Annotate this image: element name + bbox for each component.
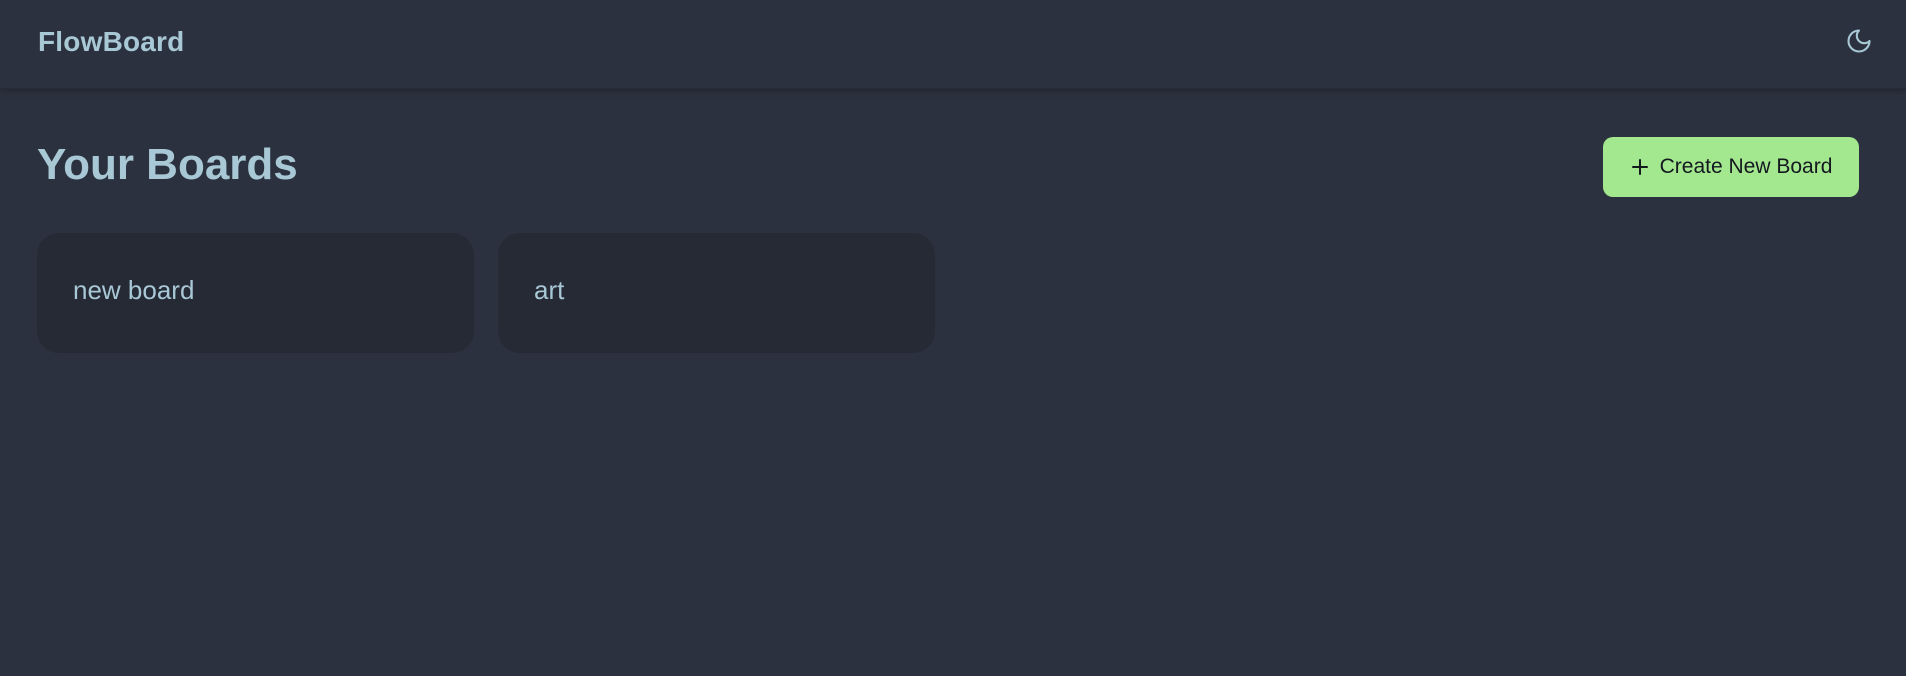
page-title: Your Boards xyxy=(37,140,298,189)
board-name: new board xyxy=(73,275,195,305)
board-name: art xyxy=(534,275,565,305)
moon-icon xyxy=(1847,29,1871,53)
brand-logo[interactable]: FlowBoard xyxy=(38,26,184,58)
create-new-board-label: Create New Board xyxy=(1659,155,1833,178)
board-list: new board art xyxy=(37,233,935,353)
top-navbar: FlowBoard xyxy=(0,0,1906,89)
theme-toggle-button[interactable] xyxy=(1842,24,1876,58)
board-card[interactable]: art xyxy=(498,233,935,353)
create-new-board-button[interactable]: Create New Board xyxy=(1603,137,1859,197)
board-card[interactable]: new board xyxy=(37,233,474,353)
plus-icon xyxy=(1630,157,1650,177)
